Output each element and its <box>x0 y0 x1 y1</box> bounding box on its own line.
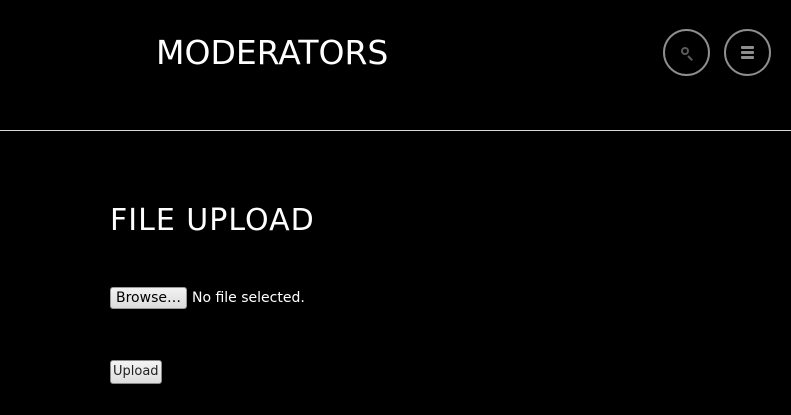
page-heading: FILE UPLOAD <box>110 203 315 238</box>
search-icon <box>681 47 693 61</box>
file-input[interactable]: Browse… No file selected. <box>110 287 305 309</box>
menu-button[interactable] <box>724 29 771 76</box>
hamburger-menu-icon <box>741 46 754 59</box>
site-header: MODERATORS <box>0 0 791 131</box>
main-content: FILE UPLOAD Browse… No file selected. Up… <box>0 131 791 415</box>
file-status-text: No file selected. <box>191 290 305 306</box>
browse-button[interactable]: Browse… <box>110 287 187 309</box>
search-button[interactable] <box>663 29 710 76</box>
page: MODERATORS FILE UPLOAD Browse… No file s… <box>0 0 791 415</box>
site-title[interactable]: MODERATORS <box>156 33 388 73</box>
upload-button[interactable]: Upload <box>110 360 162 384</box>
